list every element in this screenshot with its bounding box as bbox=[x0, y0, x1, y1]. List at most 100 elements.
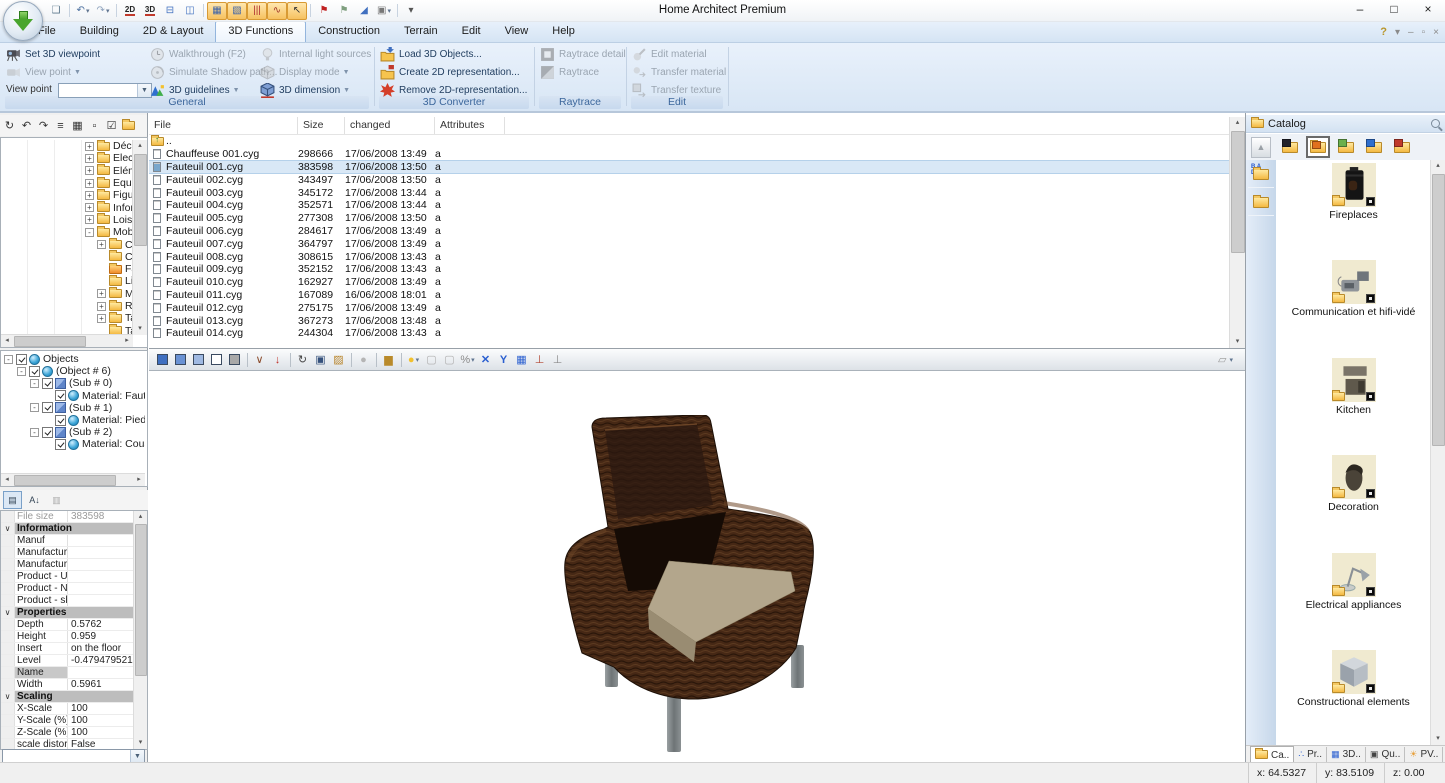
categorized-icon[interactable]: ▤ bbox=[3, 491, 22, 509]
property-row-insert[interactable]: Inserton the floor bbox=[1, 643, 147, 655]
file-row-fauteuil-005-cyg[interactable]: Fauteuil 005.cyg27730817/06/2008 13:50a bbox=[149, 212, 1230, 225]
checkbox-checked-icon[interactable] bbox=[42, 402, 53, 413]
file-list-vertical-scrollbar[interactable]: ▴ ▾ bbox=[1229, 117, 1245, 348]
catalog-tab-objects[interactable] bbox=[1306, 136, 1330, 158]
scroll-up-icon[interactable]: ▴ bbox=[133, 140, 147, 152]
scrollbar-thumb[interactable] bbox=[1432, 174, 1445, 446]
tab-edit[interactable]: Edit bbox=[450, 21, 493, 42]
properties-filter-combobox[interactable]: ▼ bbox=[2, 749, 145, 763]
tree-item-mobilie-7[interactable]: -Mobilie bbox=[1, 226, 133, 238]
file-row-fauteuil-001-cyg[interactable]: Fauteuil 001.cyg38359817/06/2008 13:50a bbox=[149, 161, 1230, 174]
flag-red-icon[interactable]: ⚑ bbox=[314, 2, 334, 20]
property-row-product-na[interactable]: Product - Na bbox=[1, 583, 147, 595]
property-row-y-scale[interactable]: Y-Scale (%)100 bbox=[1, 715, 147, 727]
object-node-material-fauteu[interactable]: +Material: Fauteu bbox=[1, 390, 145, 402]
folder-tree-vertical-scrollbar[interactable]: ▴ ▾ bbox=[132, 140, 147, 335]
viewport-layout-icon[interactable]: ▱▾ bbox=[1218, 353, 1233, 366]
roof-wedge-icon[interactable]: ◢ bbox=[354, 2, 374, 20]
display-hidden-line-icon[interactable] bbox=[226, 351, 243, 368]
folder-view-icon[interactable] bbox=[121, 118, 136, 134]
catalog-bottom-tab-qu[interactable]: ▣Qu.. bbox=[1366, 747, 1405, 763]
child-close-icon[interactable]: × bbox=[1433, 27, 1439, 38]
remove-2d-representation-button[interactable]: Remove 2D-representation... bbox=[380, 82, 527, 98]
catalog-tab-internet[interactable] bbox=[1362, 136, 1386, 158]
select-mode-icon[interactable]: ☑ bbox=[104, 118, 119, 134]
column-header-file[interactable]: File bbox=[149, 117, 298, 134]
set-3d-viewpoint-button[interactable]: Set 3D viewpoint bbox=[6, 46, 100, 62]
tab-construction[interactable]: Construction bbox=[306, 21, 392, 42]
tab-help[interactable]: Help bbox=[540, 21, 587, 42]
tab-3d-functions[interactable]: 3D Functions bbox=[215, 21, 306, 42]
object-box-icon[interactable]: ▆ bbox=[380, 351, 397, 368]
scroll-right-icon[interactable]: ▸ bbox=[133, 474, 145, 486]
parent-directory-row[interactable]: .. bbox=[149, 135, 1230, 148]
property-row-name[interactable]: Name bbox=[1, 667, 147, 679]
tree-item-ca-8[interactable]: +Ca bbox=[1, 238, 133, 250]
catalog-item-kitchen[interactable]: Kitchen bbox=[1276, 358, 1431, 416]
property-row-depth[interactable]: Depth0.5762 bbox=[1, 619, 147, 631]
column-raise-icon[interactable]: ⊥ bbox=[531, 351, 548, 368]
drop-object-icon[interactable]: ↓ bbox=[269, 351, 286, 368]
3d-guidelines-button[interactable]: 3D guidelines▼ bbox=[150, 82, 240, 98]
tree-item-figuran-4[interactable]: +Figuran bbox=[1, 189, 133, 201]
catalog-sorted-folder-icon[interactable]: B AD C bbox=[1248, 162, 1274, 188]
catalog-item-constructional-elements[interactable]: Constructional elements bbox=[1276, 650, 1431, 708]
chevron-down-icon[interactable]: ▼ bbox=[137, 84, 151, 97]
expand-toggle-icon[interactable]: - bbox=[30, 428, 39, 437]
object-node-objects[interactable]: -Objects bbox=[1, 353, 145, 365]
tab-building[interactable]: Building bbox=[68, 21, 131, 42]
file-row-fauteuil-009-cyg[interactable]: Fauteuil 009.cyg35215217/06/2008 13:43a bbox=[149, 263, 1230, 276]
minimize-button[interactable]: – bbox=[1353, 2, 1367, 16]
catalog-up-icon[interactable]: ▲ bbox=[1251, 137, 1271, 158]
file-row-fauteuil-008-cyg[interactable]: Fauteuil 008.cyg30861517/06/2008 13:43a bbox=[149, 250, 1230, 263]
undo-icon[interactable]: ↶▾ bbox=[73, 2, 93, 20]
display-textured-icon[interactable] bbox=[154, 351, 171, 368]
scrollbar-thumb[interactable] bbox=[1231, 131, 1245, 253]
file-row-fauteuil-007-cyg[interactable]: Fauteuil 007.cyg36479717/06/2008 13:49a bbox=[149, 237, 1230, 250]
property-row-product-u[interactable]: Product - U bbox=[1, 571, 147, 583]
file-row-chauffeuse-001-cyg[interactable]: Chauffeuse 001.cyg29866617/06/2008 13:49… bbox=[149, 148, 1230, 161]
copy-page-icon[interactable]: ▣▾ bbox=[374, 2, 394, 20]
expand-toggle-icon[interactable]: + bbox=[85, 191, 94, 200]
scroll-up-icon[interactable]: ▴ bbox=[1431, 160, 1445, 172]
save-view-icon[interactable]: ▣ bbox=[312, 351, 329, 368]
child-restore-icon[interactable]: ▫ bbox=[1422, 27, 1426, 38]
scene-tree-icon[interactable]: Y bbox=[495, 351, 512, 368]
expand-toggle-icon[interactable]: - bbox=[30, 379, 39, 388]
selection-arrow-icon[interactable]: ↖ bbox=[287, 2, 307, 20]
tree-item-tal-14[interactable]: +Tal bbox=[1, 312, 133, 324]
scroll-down-icon[interactable]: ▾ bbox=[1230, 336, 1245, 348]
property-row-z-scale[interactable]: Z-Scale (%)100 bbox=[1, 727, 147, 739]
list-view-icon[interactable]: ≡ bbox=[53, 118, 68, 134]
view-2d-icon[interactable]: 2D bbox=[120, 2, 140, 20]
expand-toggle-icon[interactable]: + bbox=[85, 154, 94, 163]
property-row-manuf[interactable]: Manuf bbox=[1, 535, 147, 547]
property-row-height[interactable]: Height0.959 bbox=[1, 631, 147, 643]
catalog-item-fireplaces[interactable]: Fireplaces bbox=[1276, 163, 1431, 221]
load-3d-objects-button[interactable]: Load 3D Objects... bbox=[380, 46, 482, 62]
tree-item-el-men-2[interactable]: +Elémen bbox=[1, 165, 133, 177]
expand-toggle-icon[interactable]: + bbox=[85, 166, 94, 175]
viewpoint-combobox[interactable]: ▼ bbox=[58, 83, 152, 98]
scroll-right-icon[interactable]: ▸ bbox=[121, 335, 133, 347]
objects-tree-horizontal-scrollbar[interactable]: ◂ ▸ bbox=[1, 473, 145, 486]
scale-percent-icon[interactable]: %▾ bbox=[459, 351, 476, 368]
column-header-changed[interactable]: changed bbox=[345, 117, 435, 134]
tree-item-ch-9[interactable]: +Ch bbox=[1, 251, 133, 263]
expand-toggle-icon[interactable]: - bbox=[17, 367, 26, 376]
scroll-down-icon[interactable]: ▾ bbox=[133, 323, 147, 335]
object-node-material-pieds[interactable]: +Material: Pieds bbox=[1, 414, 145, 426]
catalog-tab-textures[interactable] bbox=[1334, 136, 1358, 158]
property-row-manufacture[interactable]: Manufacture bbox=[1, 559, 147, 571]
transfer-a-icon[interactable]: ▢ bbox=[423, 351, 440, 368]
expand-toggle-icon[interactable]: + bbox=[85, 203, 94, 212]
file-row-fauteuil-010-cyg[interactable]: Fauteuil 010.cyg16292717/06/2008 13:49a bbox=[149, 276, 1230, 289]
spline-icon[interactable]: ∿ bbox=[267, 2, 287, 20]
application-menu-button[interactable] bbox=[3, 1, 43, 41]
grid-toggle-icon[interactable]: ▦ bbox=[207, 2, 227, 20]
catalog-item-communication-et-hifi-vid[interactable]: Communication et hifi-vidé bbox=[1276, 260, 1431, 318]
display-semi-transparent-icon[interactable] bbox=[190, 351, 207, 368]
object-node-sub-2[interactable]: -(Sub # 2) bbox=[1, 426, 145, 438]
catalog-item-decoration[interactable]: Decoration bbox=[1276, 455, 1431, 513]
checkbox-checked-icon[interactable] bbox=[42, 378, 53, 389]
